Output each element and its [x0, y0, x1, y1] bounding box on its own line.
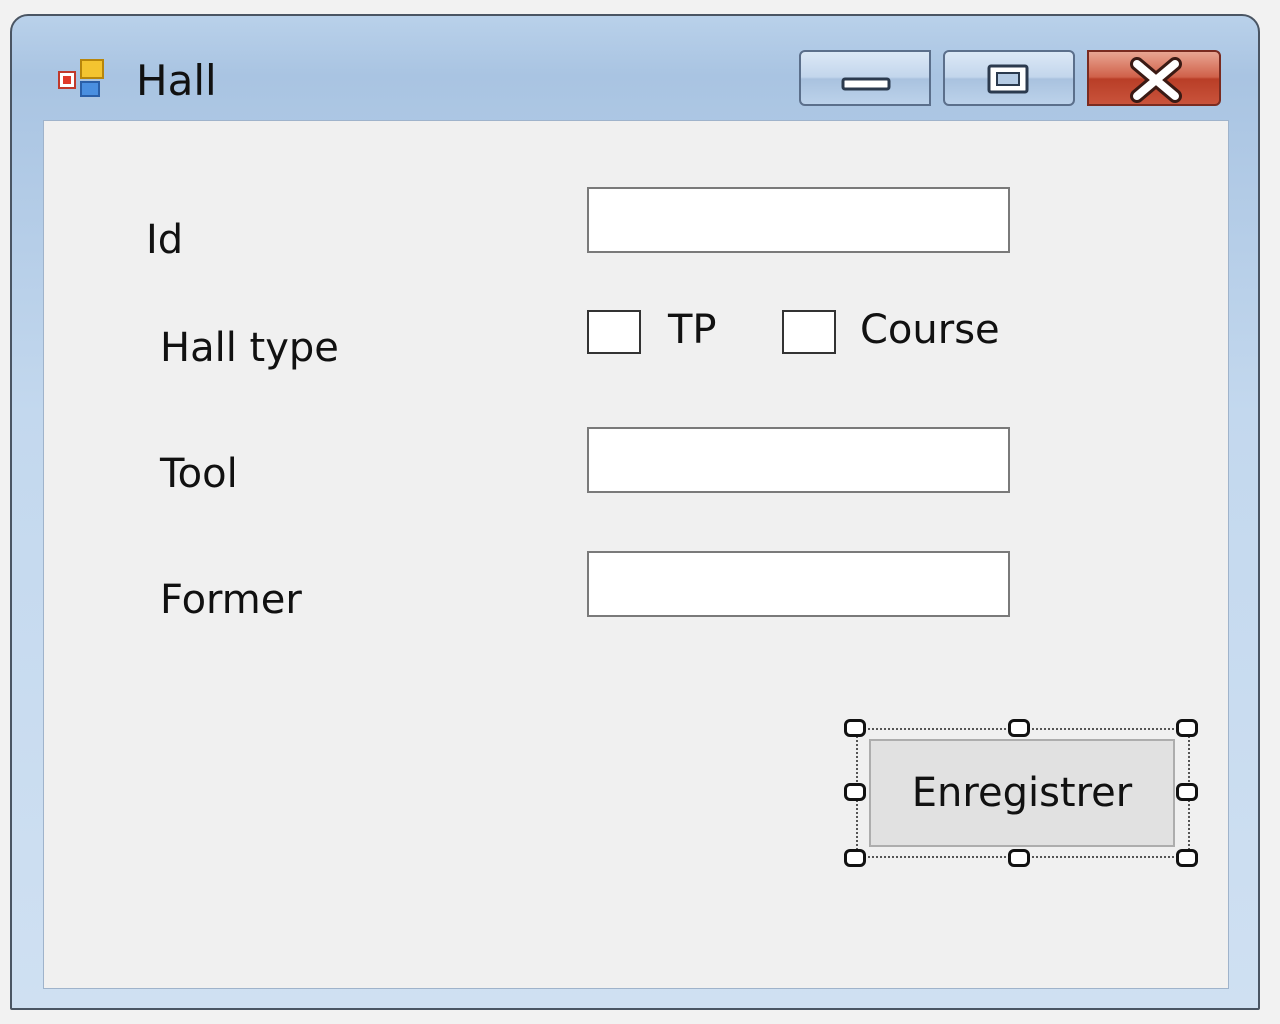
form-client-area: Id Hall type TP Course Tool Former Enreg… [43, 120, 1229, 989]
former-input[interactable] [587, 551, 1010, 617]
save-button[interactable]: Enregistrer [869, 739, 1175, 847]
former-label: Former [160, 577, 302, 623]
maximize-button[interactable] [943, 50, 1075, 106]
minimize-button[interactable] [799, 50, 931, 106]
id-input[interactable] [587, 187, 1010, 253]
resize-handle-bottom[interactable] [1008, 849, 1030, 867]
title-bar[interactable]: Hall [12, 16, 1258, 120]
close-button[interactable] [1087, 50, 1221, 106]
resize-handle-top-left[interactable] [844, 719, 866, 737]
close-icon [1130, 57, 1182, 103]
resize-handle-left[interactable] [844, 783, 866, 801]
id-label: Id [146, 217, 184, 263]
form-window: Hall Id Hall type TP Course Tool Former … [10, 14, 1260, 1010]
hall-type-label: Hall type [160, 325, 339, 371]
tp-checkbox[interactable] [587, 310, 641, 354]
tool-label: Tool [160, 451, 238, 497]
resize-handle-top-right[interactable] [1176, 719, 1198, 737]
resize-handle-bottom-left[interactable] [844, 849, 866, 867]
windows-form-icon [57, 58, 113, 104]
resize-handle-right[interactable] [1176, 783, 1198, 801]
tp-checkbox-label[interactable]: TP [668, 307, 717, 353]
minimize-icon [841, 77, 891, 91]
resize-handle-bottom-right[interactable] [1176, 849, 1198, 867]
course-checkbox-label[interactable]: Course [860, 307, 1000, 353]
restore-icon [987, 64, 1029, 94]
resize-handle-top[interactable] [1008, 719, 1030, 737]
window-title: Hall [136, 56, 217, 105]
tool-input[interactable] [587, 427, 1010, 493]
course-checkbox[interactable] [782, 310, 836, 354]
